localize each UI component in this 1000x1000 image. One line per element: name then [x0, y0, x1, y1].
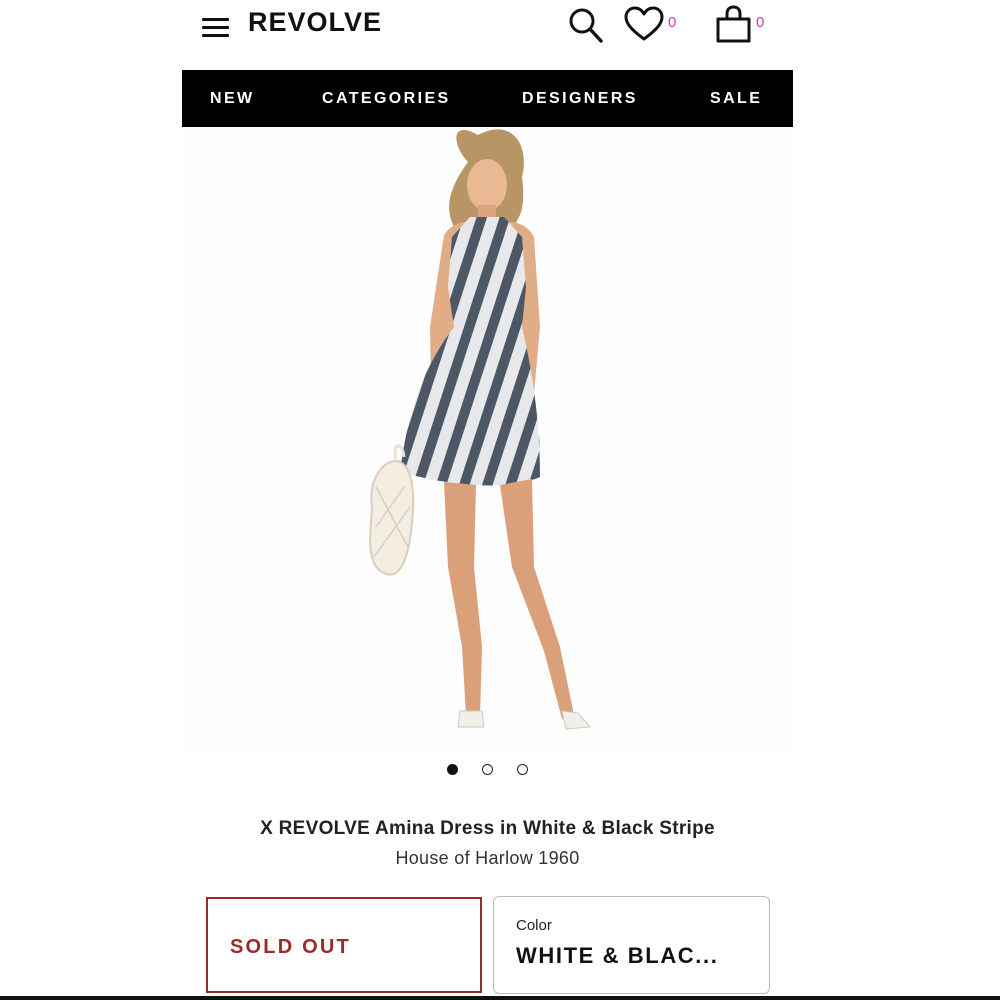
bottom-rule: [0, 996, 1000, 1000]
site-logo[interactable]: REVOLVE: [248, 7, 382, 38]
hamburger-icon[interactable]: [200, 15, 232, 39]
search-icon[interactable]: [567, 6, 605, 44]
carousel-dot-3[interactable]: [517, 764, 528, 775]
sold-out-button[interactable]: SOLD OUT: [206, 897, 482, 993]
shopping-bag-button[interactable]: 0: [714, 4, 770, 44]
bag-count: 0: [756, 14, 765, 31]
nav-item-designers[interactable]: DESIGNERS: [522, 70, 638, 127]
heart-icon: [624, 6, 664, 41]
product-designer-link[interactable]: House of Harlow 1960: [182, 848, 793, 869]
carousel-dot-2[interactable]: [482, 764, 493, 775]
nav-item-categories[interactable]: CATEGORIES: [322, 70, 451, 127]
product-image: [369, 129, 592, 730]
color-label: Color: [516, 917, 552, 934]
color-selector[interactable]: Color WHITE & BLAC...: [493, 896, 770, 994]
carousel-dots: [182, 764, 793, 780]
wishlist-button[interactable]: 0: [624, 6, 676, 44]
sold-out-label: SOLD OUT: [230, 936, 351, 958]
color-value: WHITE & BLAC...: [516, 943, 719, 968]
main-nav: NEW CATEGORIES DESIGNERS SALE: [182, 70, 793, 127]
product-image-carousel[interactable]: [182, 127, 793, 747]
shopping-bag-icon: [716, 5, 751, 43]
app-screen: REVOLVE 0 0 NEW CATEGORIES DESIGNERS SAL…: [182, 0, 793, 1000]
nav-item-sale[interactable]: SALE: [710, 70, 762, 127]
wishlist-count: 0: [668, 14, 677, 31]
nav-item-new[interactable]: NEW: [210, 70, 255, 127]
product-title: X REVOLVE Amina Dress in White & Black S…: [260, 818, 715, 839]
header: REVOLVE 0 0: [182, 0, 793, 70]
carousel-dot-1[interactable]: [447, 764, 458, 775]
